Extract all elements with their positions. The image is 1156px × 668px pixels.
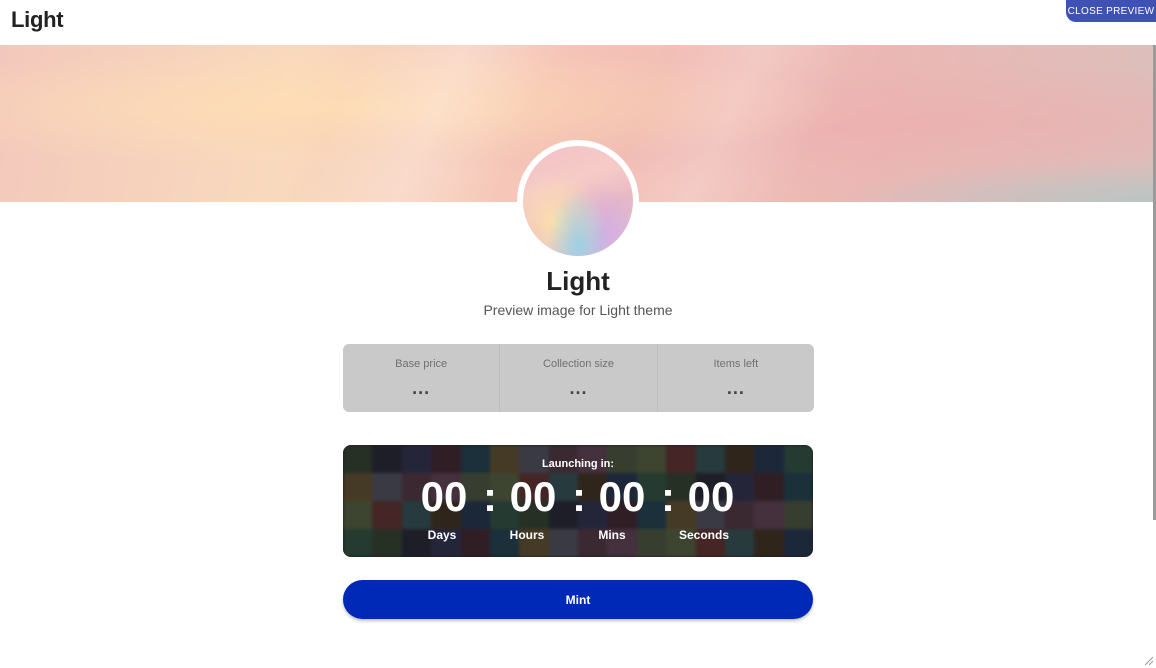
unit-hours: Hours: [509, 528, 545, 542]
stats-panel: Base price ... Collection size ... Items…: [343, 344, 814, 412]
countdown-days: 00: [420, 473, 468, 520]
profile-description: Preview image for Light theme: [483, 302, 673, 318]
countdown-separator: :: [572, 473, 586, 520]
close-preview-button[interactable]: CLOSE PREVIEW: [1066, 0, 1156, 22]
profile-name: Light: [546, 266, 610, 296]
stat-collection-size: Collection size ...: [499, 344, 656, 412]
resize-handle-icon[interactable]: [1142, 654, 1154, 666]
stat-label: Base price: [395, 358, 448, 370]
launch-label: Launching in:: [541, 458, 615, 470]
mint-button[interactable]: Mint: [343, 580, 813, 619]
stat-label: Collection size: [543, 358, 614, 370]
avatar-image: [523, 146, 633, 256]
unit-seconds: Seconds: [678, 528, 729, 542]
stat-label: Items left: [713, 358, 759, 370]
stat-value: ...: [412, 378, 431, 398]
stat-items-left: Items left ...: [656, 344, 814, 412]
countdown-hours: 00: [509, 473, 557, 520]
stat-value: ...: [569, 378, 588, 398]
stat-value: ...: [726, 378, 745, 398]
stat-base-price: Base price ...: [343, 344, 499, 412]
unit-days: Days: [427, 528, 457, 542]
countdown-separator: :: [661, 473, 675, 520]
countdown-mins: 00: [598, 473, 646, 520]
app-title: Light: [11, 7, 64, 32]
top-bar: Light: [0, 0, 1156, 45]
countdown-seconds: 00: [687, 473, 735, 520]
countdown-panel: Launching in: 00 : 00 : 00 : 00 Days Hou…: [343, 445, 813, 557]
avatar: [517, 140, 639, 262]
countdown-digits: 00 : 00 : 00 : 00: [343, 473, 813, 521]
unit-mins: Mins: [598, 528, 626, 542]
countdown-separator: :: [483, 473, 497, 520]
